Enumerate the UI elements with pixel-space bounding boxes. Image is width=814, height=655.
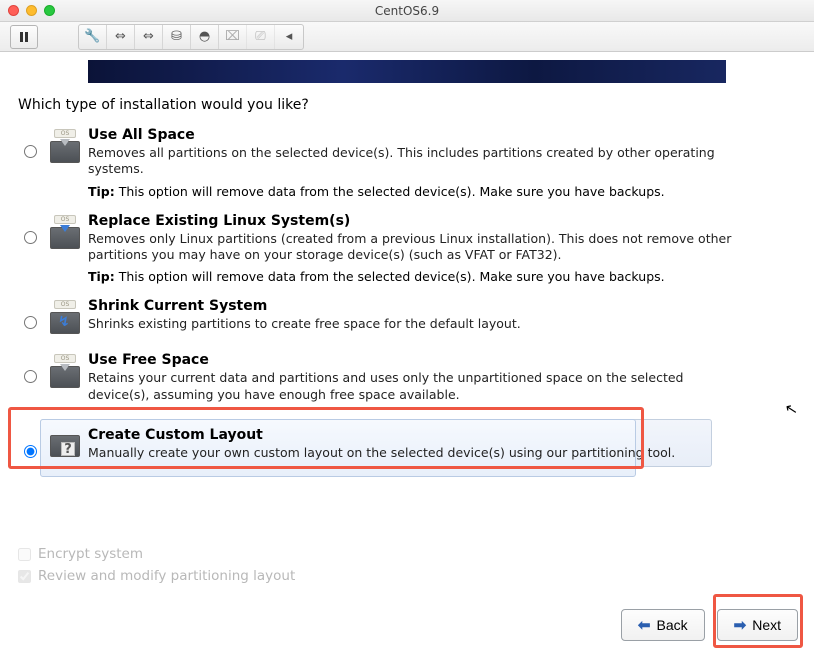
option-title: Replace Existing Linux System(s) xyxy=(88,213,736,229)
encrypt-system-checkbox[interactable]: Encrypt system xyxy=(18,546,295,562)
option-desc: Retains your current data and partitions… xyxy=(88,370,736,403)
option-desc: Removes only Linux partitions (created f… xyxy=(88,231,736,264)
vm-toolbar: 🔧 ⇔ ⇔ ⛁ ◓ ⌧ ⎚ ◂ xyxy=(0,22,814,52)
pause-button[interactable] xyxy=(10,25,38,49)
radio-use-all-space[interactable] xyxy=(24,145,37,158)
next-label: Next xyxy=(752,617,781,633)
installer-banner xyxy=(88,60,726,83)
shrink-arrow-icon: ↯ xyxy=(58,314,70,330)
review-partitioning-checkbox[interactable]: Review and modify partitioning layout xyxy=(18,568,295,584)
encrypt-label: Encrypt system xyxy=(38,546,143,562)
fit-guest-icon[interactable]: ⇔ xyxy=(107,25,135,49)
window-title: CentOS6.9 xyxy=(0,4,814,18)
drive-icon: ? xyxy=(48,429,82,463)
option-title: Use Free Space xyxy=(88,352,736,368)
back-label: Back xyxy=(657,617,688,633)
review-checkbox-input[interactable] xyxy=(18,570,31,583)
option-use-all-space[interactable]: OS Use All Space Removes all partitions … xyxy=(18,123,796,209)
back-button[interactable]: ⬅ Back xyxy=(621,609,705,641)
option-desc: Shrinks existing partitions to create fr… xyxy=(88,316,736,332)
question-mark-icon: ? xyxy=(61,442,75,456)
encrypt-checkbox-input[interactable] xyxy=(18,548,31,561)
extra-options: Encrypt system Review and modify partiti… xyxy=(18,546,295,584)
option-replace-linux[interactable]: OS Replace Existing Linux System(s) Remo… xyxy=(18,209,796,295)
install-type-question: Which type of installation would you lik… xyxy=(18,97,796,113)
option-free-space[interactable]: OS Use Free Space Retains your current d… xyxy=(18,348,796,419)
install-type-options: OS Use All Space Removes all partitions … xyxy=(18,123,796,483)
radio-replace-linux[interactable] xyxy=(24,231,37,244)
option-title: Shrink Current System xyxy=(88,298,736,314)
drive-icon: OS xyxy=(48,129,82,163)
option-title: Use All Space xyxy=(88,127,736,143)
pause-icon xyxy=(20,32,28,42)
review-label: Review and modify partitioning layout xyxy=(38,568,295,584)
cd-icon[interactable]: ◓ xyxy=(191,25,219,49)
radio-free-space[interactable] xyxy=(24,370,37,383)
radio-custom-layout[interactable] xyxy=(24,445,37,458)
collapse-icon[interactable]: ◂ xyxy=(275,25,303,49)
next-button[interactable]: ➡ Next xyxy=(717,609,798,641)
option-desc: Manually create your own custom layout o… xyxy=(88,445,736,461)
option-custom-layout[interactable]: ? Create Custom Layout Manually create y… xyxy=(18,419,796,483)
option-tip: Tip: This option will remove data from t… xyxy=(88,184,736,199)
option-desc: Removes all partitions on the selected d… xyxy=(88,145,736,178)
option-shrink[interactable]: OS ↯ Shrink Current System Shrinks exist… xyxy=(18,294,796,348)
drive-icon: OS xyxy=(48,215,82,249)
arrow-right-icon: ➡ xyxy=(734,616,747,634)
usb-icon[interactable]: ⎚ xyxy=(247,25,275,49)
floppy-icon[interactable]: ⌧ xyxy=(219,25,247,49)
disk-icon[interactable]: ⛁ xyxy=(163,25,191,49)
fit-window-icon[interactable]: ⇔ xyxy=(135,25,163,49)
settings-icon[interactable]: 🔧 xyxy=(79,25,107,49)
option-title: Create Custom Layout xyxy=(88,427,736,443)
option-tip: Tip: This option will remove data from t… xyxy=(88,269,736,284)
window-titlebar: CentOS6.9 xyxy=(0,0,814,22)
drive-icon: OS ↯ xyxy=(48,300,82,334)
arrow-left-icon: ⬅ xyxy=(638,616,651,634)
radio-shrink[interactable] xyxy=(24,316,37,329)
drive-icon: OS xyxy=(48,354,82,388)
